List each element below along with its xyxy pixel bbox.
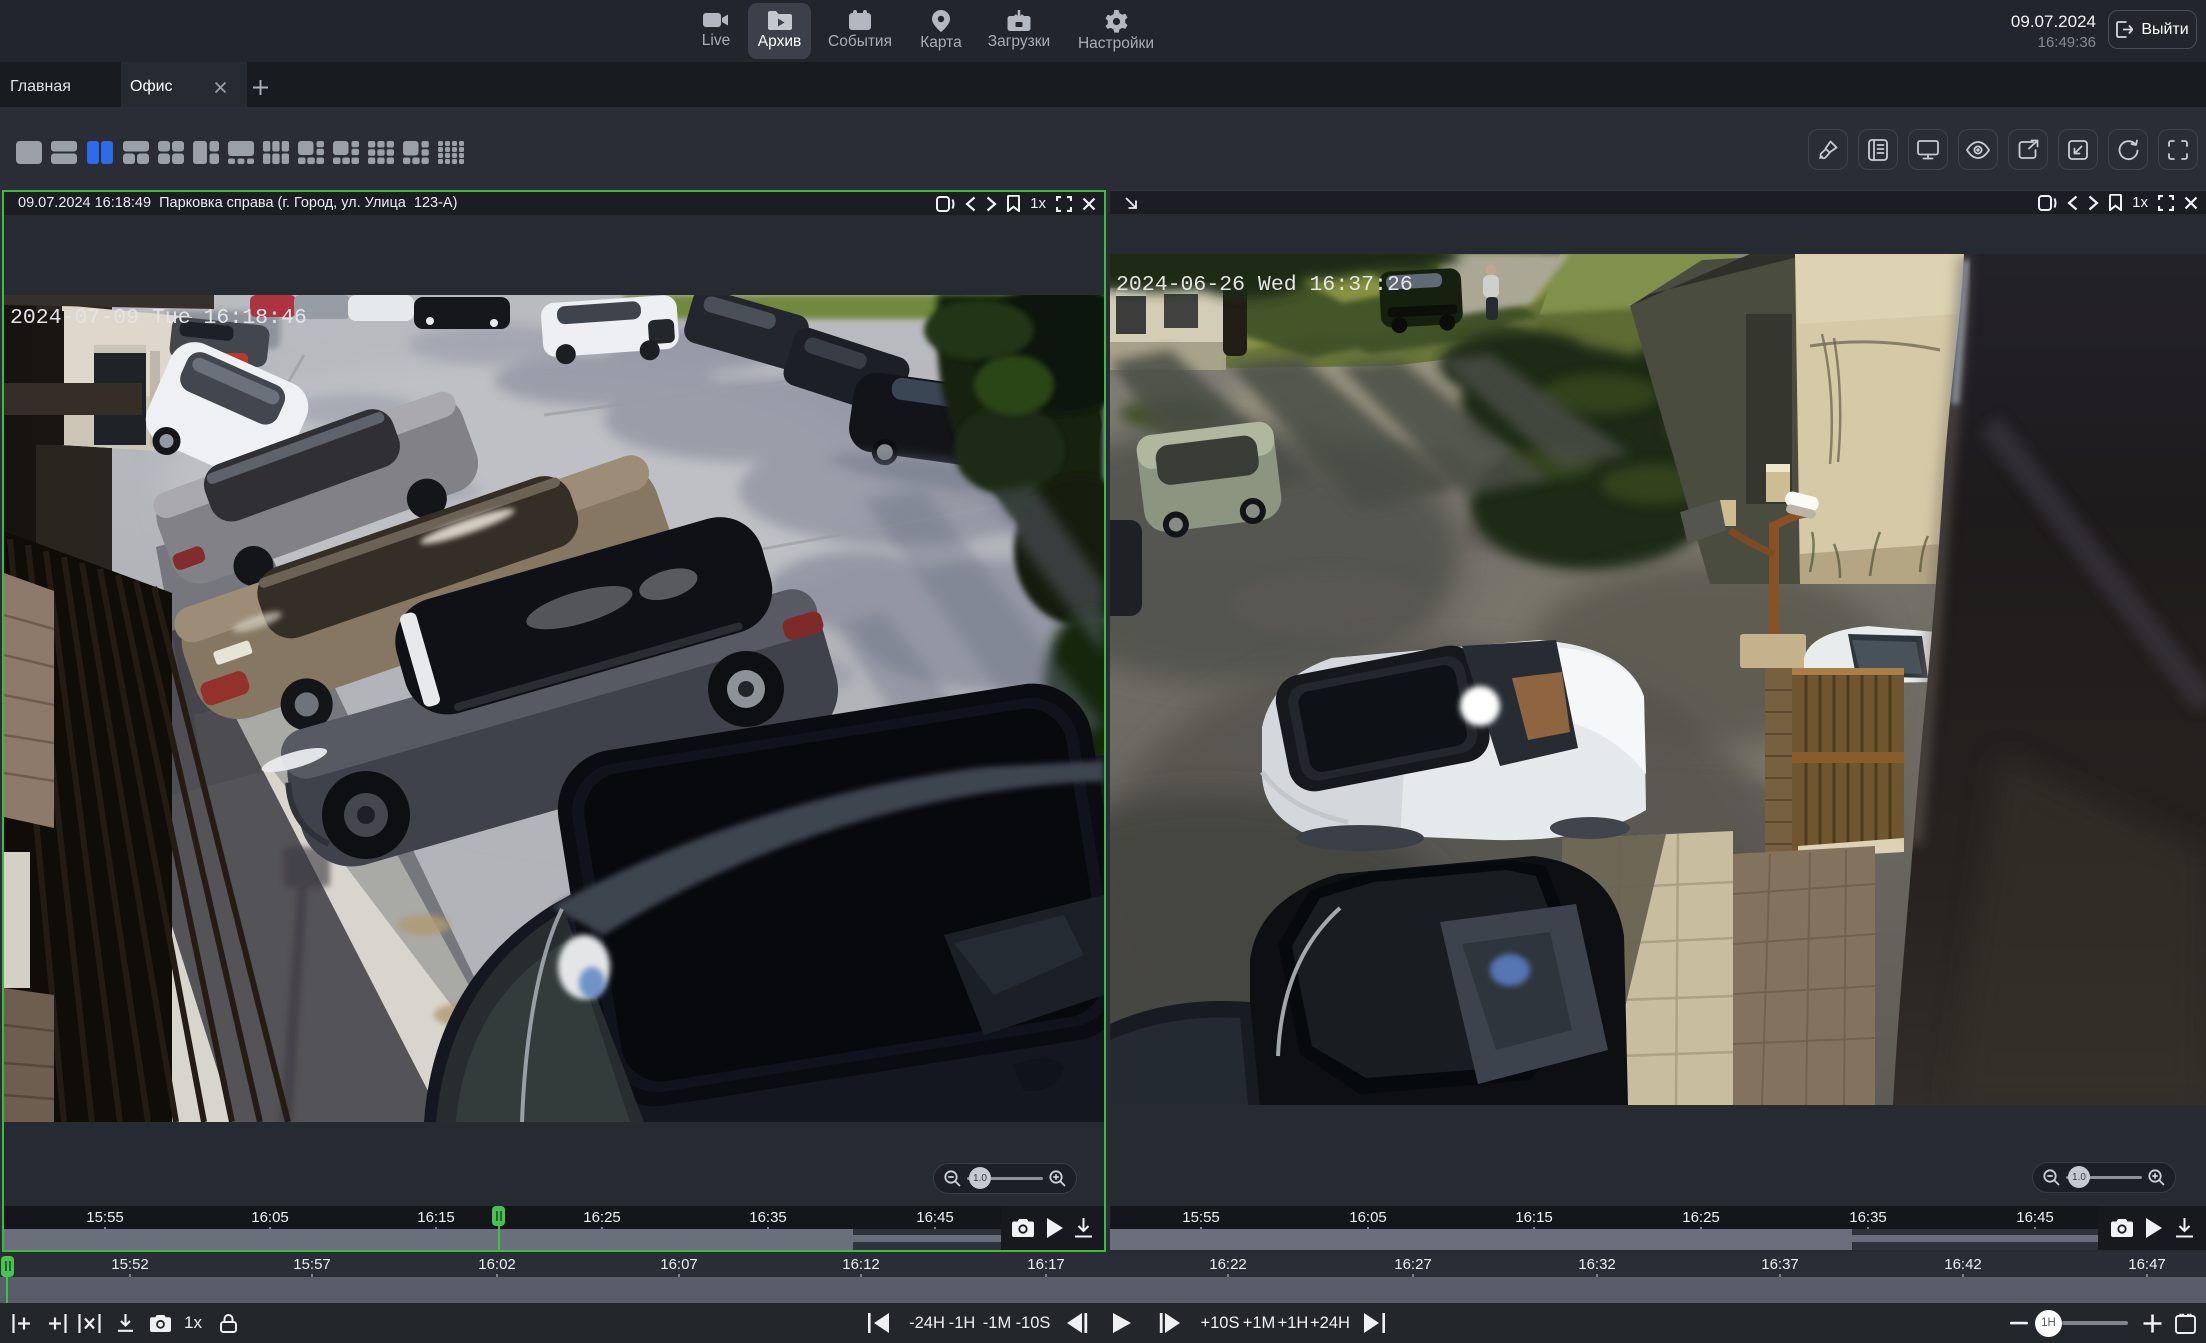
- svg-text:2024-06-26 Wed 16:37:26: 2024-06-26 Wed 16:37:26: [1116, 273, 1413, 297]
- svg-text:2024-07-09 Tue 16:18:46: 2024-07-09 Tue 16:18:46: [10, 306, 307, 330]
